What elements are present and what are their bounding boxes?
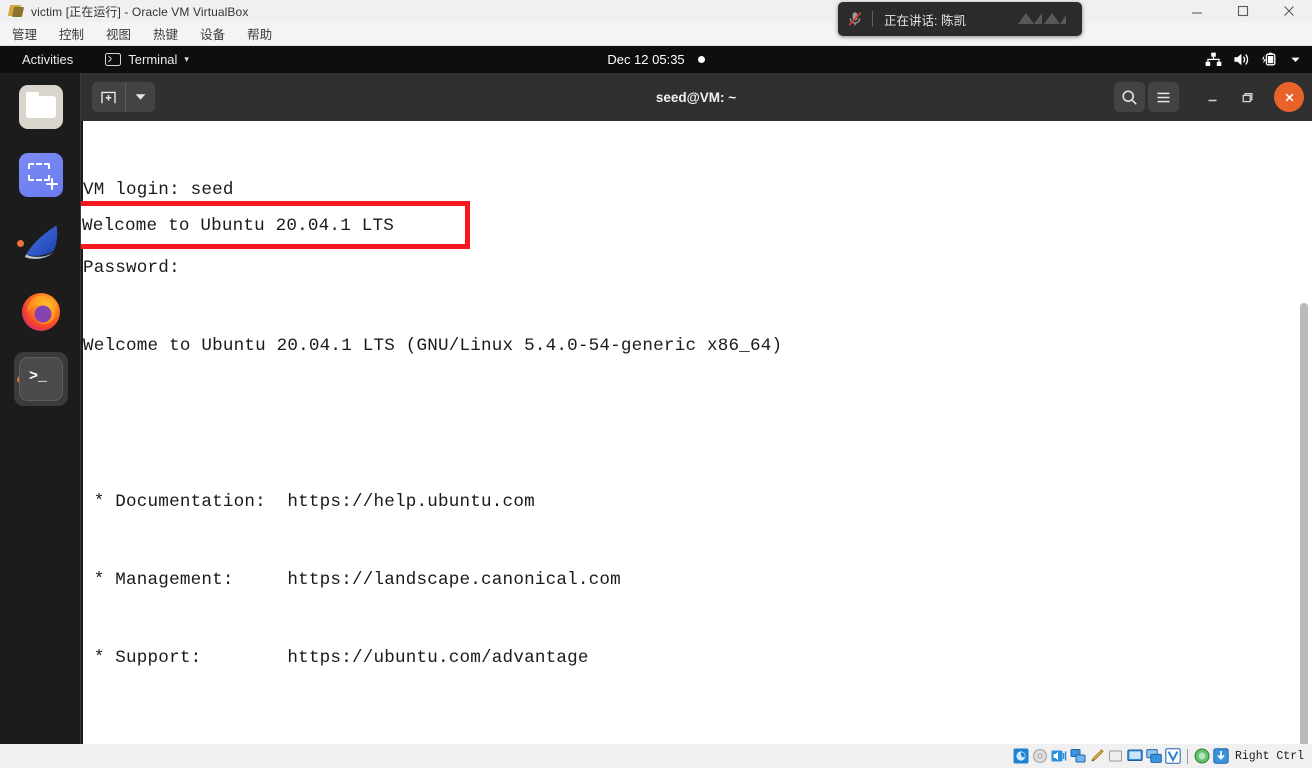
menu-item-manage[interactable]: 管理 <box>12 24 37 43</box>
app-menu-label: Terminal <box>128 52 178 67</box>
vertical-scrollbar[interactable] <box>1296 121 1312 744</box>
new-tab-dropdown-icon[interactable] <box>126 82 155 112</box>
terminal-headerbar: seed@VM: ~ <box>80 73 1312 121</box>
keyboard-capture-icon[interactable] <box>1213 748 1229 764</box>
host-key-label: Right Ctrl <box>1234 749 1304 763</box>
shared-folder-icon[interactable] <box>1108 748 1124 764</box>
terminal-line: * Management: https://landscape.canonica… <box>83 570 621 590</box>
guest-screen: Activities Terminal ▾ Dec 12 05:35 >_ se… <box>0 46 1312 744</box>
virtualbox-window-controls <box>1174 0 1312 22</box>
terminal-window: seed@VM: ~ VM login: seed Password: Welc… <box>80 73 1312 744</box>
terminal-minimize-button[interactable] <box>1197 82 1228 112</box>
network-adapter-icon[interactable] <box>1070 748 1086 764</box>
host-minimize-button[interactable] <box>1174 0 1220 22</box>
volume-icon <box>1233 52 1250 67</box>
virtualization-icon[interactable] <box>1165 748 1181 764</box>
microphone-muted-icon[interactable] <box>838 10 872 28</box>
menu-item-help[interactable]: 帮助 <box>247 24 272 43</box>
activities-button[interactable]: Activities <box>22 52 73 67</box>
system-menu-chevron-icon <box>1289 53 1302 66</box>
virtualbox-window-title: victim [正在运行] - Oracle VM VirtualBox <box>31 4 249 19</box>
mouse-integration-icon[interactable] <box>1194 748 1210 764</box>
terminal-close-button[interactable] <box>1274 82 1304 112</box>
screen-root: victim [正在运行] - Oracle VM VirtualBox 管理 … <box>0 0 1312 768</box>
battery-charging-icon <box>1261 52 1278 67</box>
scrollbar-thumb[interactable] <box>1300 303 1308 744</box>
files-icon <box>19 85 63 129</box>
hamburger-menu-icon[interactable] <box>1148 82 1179 112</box>
clock-label: Dec 12 05:35 <box>607 52 685 67</box>
terminal-header-right <box>1114 82 1304 112</box>
chevron-down-icon: ▾ <box>184 54 189 64</box>
terminal-line: VM login: seed <box>83 180 234 200</box>
recording-icon[interactable] <box>1146 748 1162 764</box>
clock-button[interactable]: Dec 12 05:35 <box>607 52 705 67</box>
dock-item-screenshot[interactable] <box>14 148 68 202</box>
virtualbox-icon <box>7 3 25 19</box>
firefox-icon <box>19 289 63 333</box>
app-menu-terminal[interactable]: Terminal ▾ <box>105 52 189 67</box>
terminal-line: * Support: https://ubuntu.com/advantage <box>83 648 589 668</box>
virtualbox-titlebar: victim [正在运行] - Oracle VM VirtualBox <box>0 0 1312 22</box>
menu-item-hotkeys[interactable]: 热键 <box>153 24 178 43</box>
gnome-top-panel: Activities Terminal ▾ Dec 12 05:35 <box>0 46 1312 73</box>
usb-icon[interactable] <box>1089 748 1105 764</box>
terminal-header-left <box>92 82 155 112</box>
new-tab-icon[interactable] <box>92 82 126 112</box>
host-close-button[interactable] <box>1266 0 1312 22</box>
network-icon <box>1205 52 1222 67</box>
screenshot-icon <box>19 153 63 197</box>
host-maximize-button[interactable] <box>1220 0 1266 22</box>
terminal-line: Welcome to Ubuntu 20.04.1 LTS (GNU/Linux… <box>83 336 783 356</box>
menu-item-view[interactable]: 视图 <box>106 24 131 43</box>
terminal-icon <box>105 53 122 66</box>
menu-item-devices[interactable]: 设备 <box>200 24 225 43</box>
virtualbox-statusbar: Right Ctrl <box>0 743 1312 768</box>
notification-dot-icon <box>697 56 705 63</box>
ubuntu-dock: >_ <box>0 73 81 744</box>
terminal-app-icon: >_ <box>19 357 63 401</box>
dock-item-wireshark[interactable] <box>14 216 68 270</box>
hard-disk-icon[interactable] <box>1013 748 1029 764</box>
menu-item-control[interactable]: 控制 <box>59 24 84 43</box>
audio-icon[interactable] <box>1051 748 1067 764</box>
virtualbox-menubar: 管理 控制 视图 热键 设备 帮助 <box>0 22 1312 46</box>
optical-disk-icon[interactable] <box>1032 748 1048 764</box>
dock-item-terminal[interactable]: >_ <box>14 352 68 406</box>
terminal-line: Password: <box>83 258 180 278</box>
new-tab-group <box>92 82 155 112</box>
terminal-maximize-button[interactable] <box>1231 82 1262 112</box>
system-tray[interactable] <box>1205 52 1302 67</box>
statusbar-icon-group <box>1013 748 1229 764</box>
statusbar-divider <box>1186 748 1188 764</box>
display-icon[interactable] <box>1127 748 1143 764</box>
terminal-line: * Documentation: https://help.ubuntu.com <box>83 492 535 512</box>
speaking-status-label: 正在讲话: 陈凯 <box>884 13 966 28</box>
search-icon[interactable] <box>1114 82 1145 112</box>
waveform-icon <box>1016 8 1068 30</box>
annotation-highlight-text: Welcome to Ubuntu 20.04.1 LTS <box>82 216 394 236</box>
overlay-divider <box>872 11 873 27</box>
meeting-speaking-overlay[interactable]: 正在讲话: 陈凯 <box>838 2 1082 36</box>
dock-item-files[interactable] <box>14 80 68 134</box>
wireshark-icon <box>19 221 63 265</box>
dock-item-firefox[interactable] <box>14 284 68 338</box>
clock-container: Dec 12 05:35 <box>0 52 1312 67</box>
